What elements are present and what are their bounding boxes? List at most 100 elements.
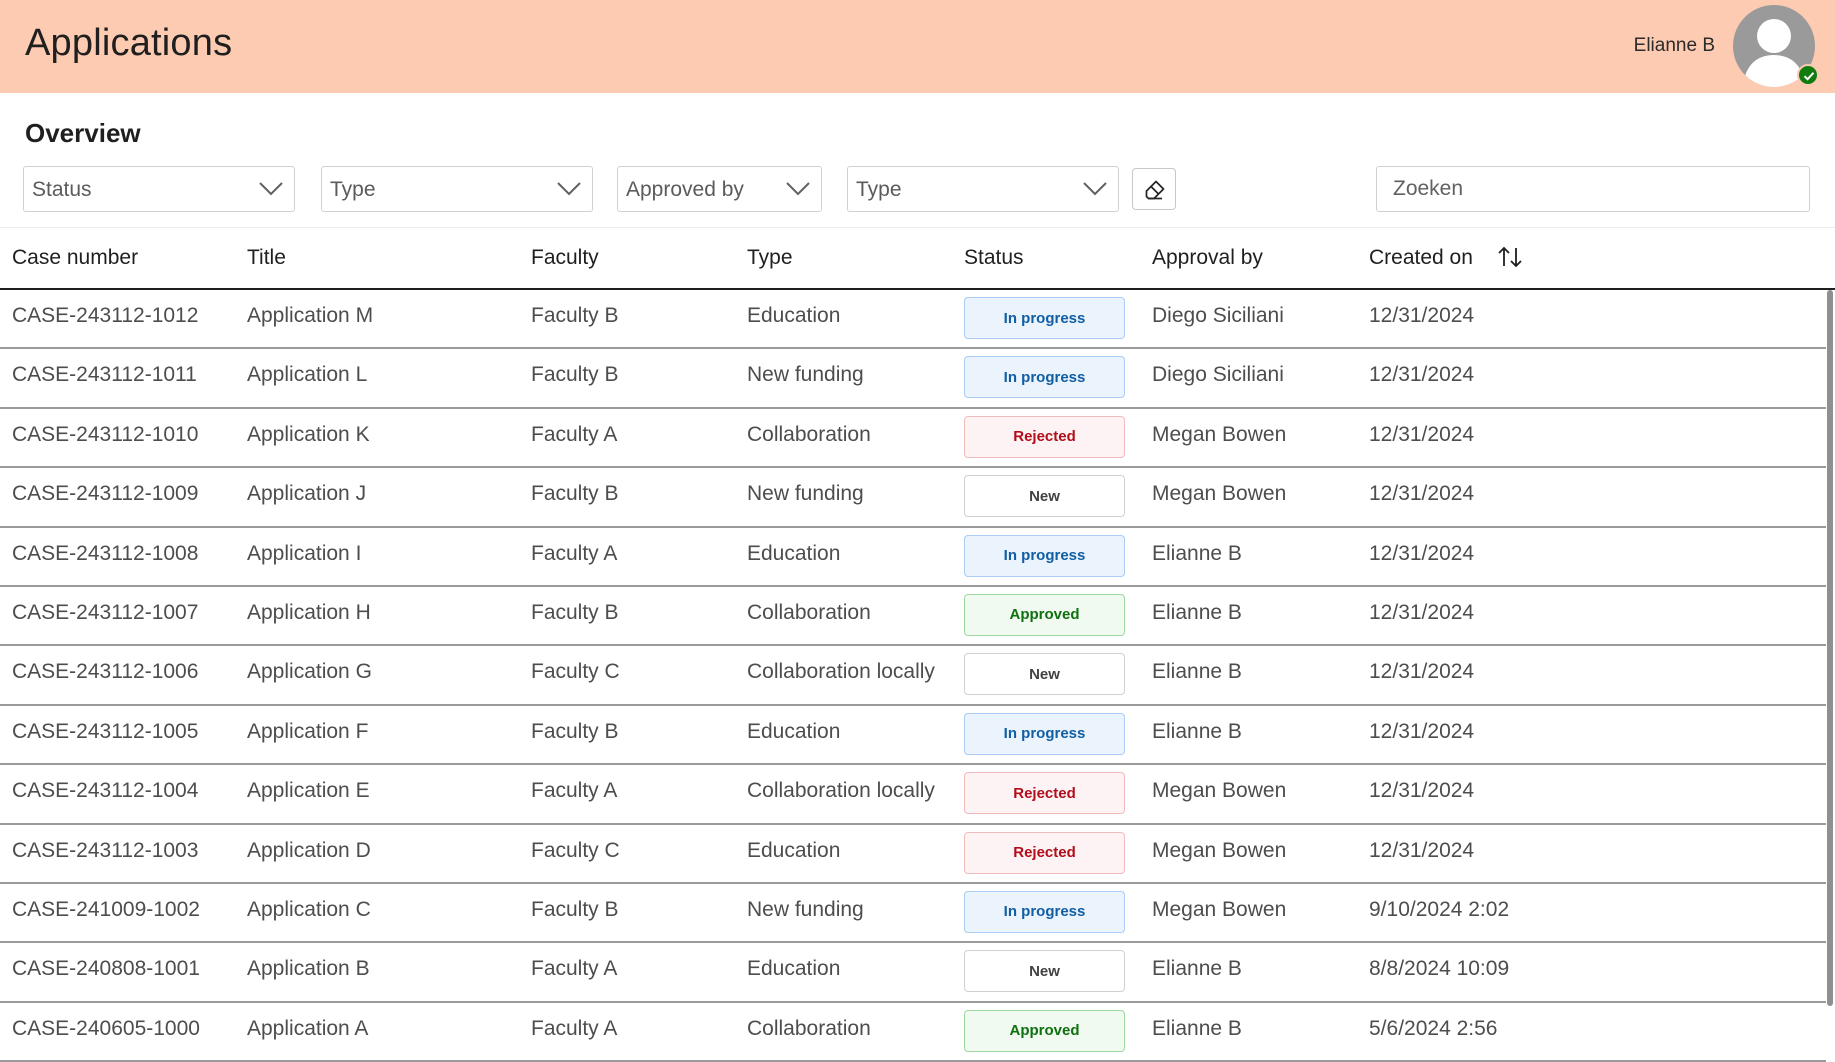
vertical-scrollbar[interactable] [1827, 290, 1833, 1006]
filter-label: Approved by [626, 178, 744, 201]
type-cell: Education [747, 957, 841, 981]
faculty-cell: Faculty C [531, 838, 620, 862]
column-header-created-on[interactable]: Created on [1369, 246, 1473, 270]
faculty-cell: Faculty A [531, 1016, 618, 1040]
approval-by-cell: Megan Bowen [1152, 422, 1287, 446]
table-row[interactable]: CASE-243112-1011 Application L Faculty B Ne… [0, 349, 1826, 409]
approval-by-cell: Megan Bowen [1152, 779, 1287, 803]
clear-filters-button[interactable] [1132, 168, 1176, 210]
type-cell: New funding [747, 363, 864, 387]
section-title: Overview [25, 118, 141, 148]
table-row[interactable]: CASE-243112-1007 Application H Faculty B Co… [0, 587, 1826, 647]
approval-by-cell: Megan Bowen [1152, 838, 1287, 862]
table-row[interactable]: CASE-241009-1002 Application C Faculty B Ne… [0, 884, 1826, 944]
case-number-cell: CASE-243112-1007 [12, 600, 199, 624]
chevron-down-icon [557, 182, 581, 196]
chevron-down-icon [1083, 182, 1107, 196]
approval-by-cell: Elianne B [1152, 1016, 1242, 1040]
filter-label: Status [32, 178, 92, 201]
case-number-cell: CASE-243112-1006 [12, 660, 199, 684]
column-header-approval-by[interactable]: Approval by [1152, 246, 1263, 270]
approval-by-cell: Diego Siciliani [1152, 304, 1284, 327]
case-number-cell: CASE-243112-1008 [12, 541, 199, 565]
page-title: Applications [25, 22, 233, 64]
title-cell: Application F [247, 719, 369, 743]
created-on-cell: 12/31/2024 [1369, 600, 1475, 624]
created-on-cell: 12/31/2024 [1369, 482, 1475, 506]
faculty-cell: Faculty A [531, 541, 618, 565]
faculty-cell: Faculty A [531, 779, 618, 803]
approval-by-cell: Elianne B [1152, 719, 1242, 743]
type-cell: Collaboration [747, 600, 871, 624]
search-input[interactable] [1376, 166, 1810, 212]
approval-by-cell: Elianne B [1152, 541, 1242, 565]
case-number-cell: CASE-240605-1000 [12, 1016, 200, 1040]
column-header-status[interactable]: Status [964, 246, 1024, 270]
status-badge: Approved [964, 593, 1125, 636]
table-row[interactable]: CASE-243112-1012 Application M Faculty B Ed… [0, 290, 1826, 350]
sort-arrows-icon[interactable] [1496, 244, 1524, 270]
table-row[interactable]: CASE-243112-1010 Application K Faculty A Co… [0, 409, 1826, 469]
status-badge: In progress [964, 297, 1125, 339]
created-on-cell: 12/31/2024 [1369, 363, 1475, 387]
status-filter-dropdown[interactable]: Status [23, 166, 295, 212]
user-name: Elianne B [1633, 35, 1715, 56]
case-number-cell: CASE-243112-1009 [12, 482, 199, 506]
title-cell: Application K [247, 422, 370, 446]
presence-available-icon [1797, 64, 1819, 86]
column-header-title[interactable]: Title [247, 246, 286, 270]
created-on-cell: 8/8/2024 10:09 [1369, 957, 1510, 981]
table-row[interactable]: CASE-243112-1004 Application E Faculty A Co… [0, 765, 1826, 825]
title-cell: Application J [247, 482, 367, 506]
table-row[interactable]: CASE-240605-1000 Application A Faculty A Co… [0, 1003, 1826, 1062]
title-cell: Application C [247, 897, 371, 921]
created-on-cell: 12/31/2024 [1369, 838, 1475, 862]
table-row[interactable]: CASE-243112-1003 Application D Faculty C Ed… [0, 825, 1826, 884]
type-filter-dropdown[interactable]: Type [321, 166, 593, 212]
status-badge: New [964, 653, 1125, 696]
faculty-cell: Faculty B [531, 482, 619, 506]
title-cell: Application B [247, 957, 370, 981]
status-badge: Rejected [964, 831, 1125, 874]
table-row[interactable]: CASE-240808-1001 Application B Faculty A Ed… [0, 943, 1826, 1003]
type-cell: Collaboration locally [747, 779, 935, 803]
table-row[interactable]: CASE-243112-1009 Application J Faculty B Ne… [0, 468, 1826, 528]
table-row[interactable]: CASE-243112-1006 Application G Faculty C Co… [0, 646, 1826, 706]
created-on-cell: 5/6/2024 2:56 [1369, 1016, 1498, 1040]
approved-by-filter-dropdown[interactable]: Approved by [617, 166, 822, 212]
case-number-cell: CASE-240808-1001 [12, 957, 200, 981]
title-cell: Application H [247, 600, 371, 624]
status-badge: In progress [964, 534, 1125, 577]
status-badge: Rejected [964, 415, 1125, 458]
status-badge: In progress [964, 356, 1125, 399]
table-row[interactable]: CASE-243112-1005 Application F Faculty B Ed… [0, 706, 1826, 766]
table-header: Case number Title Faculty Type Status Ap… [0, 228, 1835, 290]
case-number-cell: CASE-243112-1012 [12, 304, 199, 327]
case-number-cell: CASE-243112-1005 [12, 719, 199, 743]
faculty-cell: Faculty B [531, 719, 619, 743]
type-filter-dropdown-2[interactable]: Type [847, 166, 1119, 212]
type-cell: New funding [747, 482, 864, 506]
title-cell: Application G [247, 660, 372, 684]
created-on-cell: 12/31/2024 [1369, 304, 1475, 327]
faculty-cell: Faculty B [531, 897, 619, 921]
status-badge: New [964, 475, 1125, 518]
column-header-case-number[interactable]: Case number [12, 246, 138, 270]
created-on-cell: 9/10/2024 2:02 [1369, 897, 1510, 921]
created-on-cell: 12/31/2024 [1369, 779, 1475, 803]
faculty-cell: Faculty B [531, 363, 619, 387]
approval-by-cell: Elianne B [1152, 957, 1242, 981]
table-row[interactable]: CASE-243112-1008 Application I Faculty A Ed… [0, 528, 1826, 587]
column-header-faculty[interactable]: Faculty [531, 246, 599, 270]
filter-label: Type [856, 178, 902, 201]
status-badge: Rejected [964, 772, 1125, 815]
type-cell: Collaboration locally [747, 660, 935, 684]
status-badge: In progress [964, 890, 1125, 933]
column-header-type[interactable]: Type [747, 246, 793, 270]
approval-by-cell: Megan Bowen [1152, 897, 1287, 921]
created-on-cell: 12/31/2024 [1369, 541, 1475, 565]
title-cell: Application D [247, 838, 371, 862]
table-body: CASE-243112-1012 Application M Faculty B Ed… [0, 290, 1826, 1062]
case-number-cell: CASE-241009-1002 [12, 897, 200, 921]
created-on-cell: 12/31/2024 [1369, 719, 1475, 743]
